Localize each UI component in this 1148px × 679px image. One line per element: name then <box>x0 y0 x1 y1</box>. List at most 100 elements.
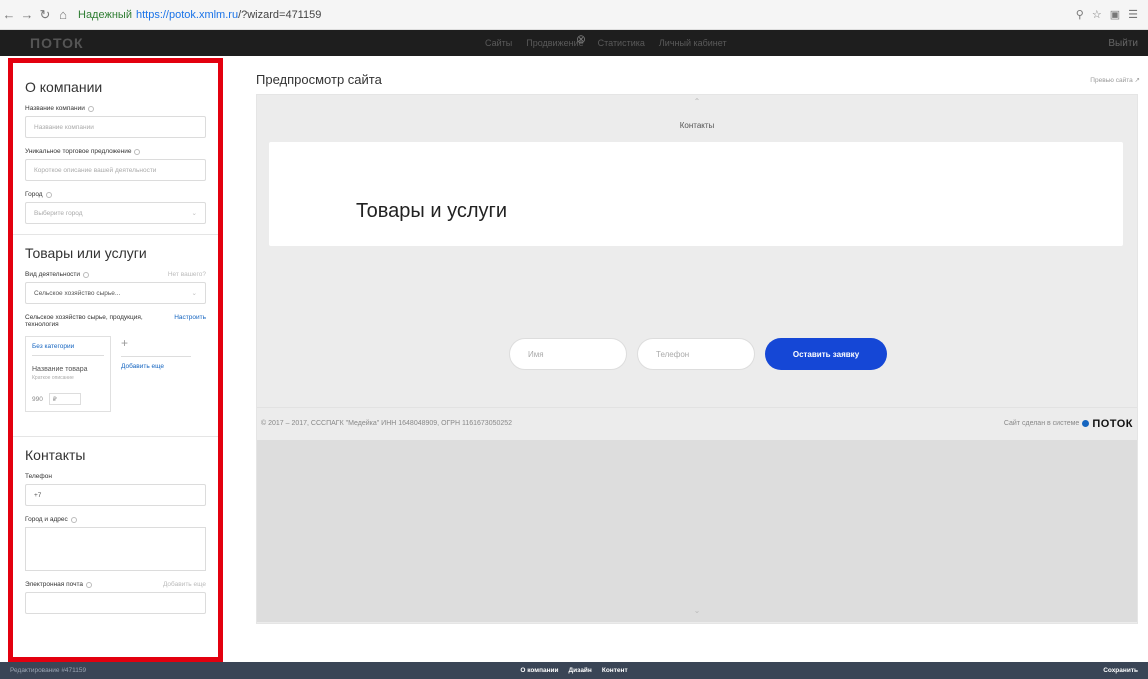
help-icon[interactable] <box>86 581 93 588</box>
help-icon[interactable] <box>45 191 52 198</box>
usp-input[interactable]: Короткое описание вашей деятельности <box>25 159 206 181</box>
address-textarea[interactable] <box>25 527 206 571</box>
activity-hint[interactable]: Нет вашего? <box>168 271 206 278</box>
url-bar[interactable]: https://potok.xmlm.ru/?wizard=471159 <box>136 9 321 21</box>
tab-content[interactable]: Контент <box>602 667 628 674</box>
name-input[interactable]: Имя <box>509 338 627 370</box>
label-text: Телефон <box>25 473 52 480</box>
divider <box>121 356 191 357</box>
section-title-company: О компании <box>25 79 103 95</box>
company-name-label: Название компании <box>25 105 206 112</box>
label-text: Город и адрес <box>25 516 68 523</box>
city-select[interactable]: Выберите город ⌄ <box>25 202 206 224</box>
address-label: Город и адрес <box>25 516 206 523</box>
label-text: Город <box>25 191 43 198</box>
close-icon[interactable]: ⊗ <box>576 32 586 46</box>
section-title-contacts: Контакты <box>25 447 86 463</box>
app-nav-item[interactable]: Личный кабинет <box>659 38 727 48</box>
app-header: ПОТОК Сайты Продвижение Статистика Личны… <box>0 30 1148 56</box>
drag-handle-icon[interactable]: ⌄ <box>257 606 1137 615</box>
preview-footer: © 2017 – 2017, СССПАГК "Медейка" ИНН 164… <box>257 407 1137 439</box>
help-icon[interactable] <box>70 516 77 523</box>
app-nav-item[interactable]: Сайты <box>485 38 512 48</box>
activity-select-value: Сельское хозяйство сырье... <box>34 289 121 297</box>
category-row: Сельское хозяйство сырье, продукция, тех… <box>25 314 206 328</box>
site-preview: ⌃ Контакты Товары и услуги Имя Телефон О… <box>256 94 1138 624</box>
product-name[interactable]: Название товара <box>32 366 104 373</box>
menu-icon[interactable]: ☰ <box>1128 8 1138 21</box>
label-text: Уникальное торговое предложение <box>25 148 132 155</box>
bottom-bar: Редактирование #471159 О компании Дизайн… <box>0 662 1148 679</box>
currency-select[interactable]: ₽ <box>48 393 81 405</box>
secure-label: Надежный <box>78 8 132 21</box>
usp-label: Уникальное торговое предложение <box>25 148 206 155</box>
submit-request-button[interactable]: Оставить заявку <box>765 338 887 370</box>
category-text: Сельское хозяйство сырье, продукция, тех… <box>25 314 143 328</box>
preview-title: Предпросмотр сайта <box>256 72 382 87</box>
app-logo[interactable]: ПОТОК <box>30 35 84 51</box>
app-nav: Сайты Продвижение Статистика Личный каби… <box>485 38 727 48</box>
url-host: https://potok.xmlm.ru <box>135 8 239 21</box>
star-icon[interactable]: ☆ <box>1092 8 1102 21</box>
made-with[interactable]: Сайт сделан в системе ПОТОК <box>1004 418 1133 430</box>
bottom-tabs: О компании Дизайн Контент <box>0 667 1148 674</box>
phone-input[interactable]: +7 <box>25 484 206 506</box>
label-text: Электронная почта <box>25 581 84 588</box>
price-value[interactable]: 990 <box>32 396 43 403</box>
app-nav-item[interactable]: Статистика <box>598 38 645 48</box>
company-name-input[interactable]: Название компании <box>25 116 206 138</box>
email-add-link[interactable]: Добавить еще <box>163 581 206 588</box>
section-title-goods: Товары или услуги <box>25 245 147 261</box>
goods-heading: Товары и услуги <box>356 200 507 222</box>
activity-label: Вид деятельности Нет вашего? <box>25 271 206 278</box>
label-text: Вид деятельности <box>25 271 81 278</box>
email-label: Электронная почта Добавить еще <box>25 581 206 588</box>
add-product-column: + Добавить еще <box>111 336 191 412</box>
potok-logo: ПОТОК <box>1092 417 1133 430</box>
drag-handle-icon[interactable]: ⌃ <box>257 95 1137 109</box>
help-icon[interactable] <box>134 148 141 155</box>
reload-icon[interactable]: ↻ <box>36 7 54 23</box>
configure-link[interactable]: Настроить <box>174 314 206 321</box>
chevron-down-icon: ⌄ <box>191 290 197 297</box>
potok-logo-icon <box>1082 420 1090 427</box>
help-icon[interactable] <box>87 105 94 112</box>
tab-design[interactable]: Дизайн <box>569 667 592 674</box>
back-icon[interactable]: ← <box>0 7 18 22</box>
city-label: Город <box>25 191 206 198</box>
add-more-link[interactable]: Добавить еще <box>121 363 191 370</box>
divider <box>13 234 218 235</box>
preview-section-label: Контакты <box>679 121 715 130</box>
extension-icon[interactable]: ▣ <box>1110 8 1120 21</box>
open-site-link[interactable]: Превью сайта ↗ <box>1090 76 1140 84</box>
preview-empty-area <box>257 440 1137 622</box>
label-text: Название компании <box>25 105 85 112</box>
home-icon[interactable]: ⌂ <box>54 7 72 22</box>
plus-icon[interactable]: + <box>121 336 191 350</box>
product-card[interactable]: Без категории Название товара Краткое оп… <box>25 336 111 412</box>
browser-actions: ⚲ ☆ ▣ ☰ <box>1076 8 1148 21</box>
goods-block: Товары и услуги <box>269 142 1123 246</box>
help-icon[interactable] <box>83 271 90 278</box>
chevron-down-icon: ⌄ <box>191 210 197 217</box>
made-text: Сайт сделан в системе <box>1003 420 1080 427</box>
city-select-value: Выберите город <box>34 209 83 217</box>
app-nav-item[interactable]: Продвижение <box>526 38 583 48</box>
footer-copyright: © 2017 – 2017, СССПАГК "Медейка" ИНН 164… <box>261 420 513 427</box>
phone-label: Телефон <box>25 473 206 480</box>
activity-select[interactable]: Сельское хозяйство сырье... ⌄ <box>25 282 206 304</box>
email-input[interactable] <box>25 592 206 614</box>
product-area: Без категории Название товара Краткое оп… <box>25 336 206 412</box>
lead-form: Имя Телефон Оставить заявку <box>509 338 887 370</box>
forward-icon[interactable]: → <box>18 7 36 22</box>
tab-company[interactable]: О компании <box>520 667 558 674</box>
zoom-icon[interactable]: ⚲ <box>1076 8 1084 21</box>
product-description[interactable]: Краткое описание <box>32 375 104 381</box>
exit-link[interactable]: Выйти <box>1108 38 1148 49</box>
phone-input-preview[interactable]: Телефон <box>637 338 755 370</box>
editor-panel: О компании Название компании Название ко… <box>8 58 223 662</box>
tab-no-category[interactable]: Без категории <box>32 343 104 356</box>
url-path: /?wizard=471159 <box>238 8 322 21</box>
divider <box>13 436 218 437</box>
price-row: 990 ₽ <box>32 393 104 405</box>
